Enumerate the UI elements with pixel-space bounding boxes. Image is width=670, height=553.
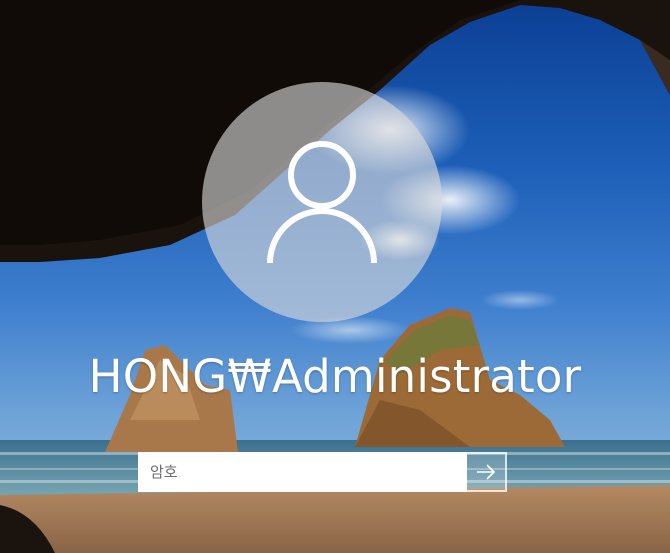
lock-screen: HONG₩Administrator	[0, 0, 670, 553]
password-field[interactable]	[138, 452, 467, 492]
submit-button[interactable]	[467, 452, 507, 492]
user-avatar	[202, 82, 442, 322]
user-silhouette-icon	[267, 141, 377, 264]
arrow-right-icon	[477, 464, 496, 480]
username-label: HONG₩Administrator	[88, 350, 582, 403]
password-row	[138, 452, 507, 492]
